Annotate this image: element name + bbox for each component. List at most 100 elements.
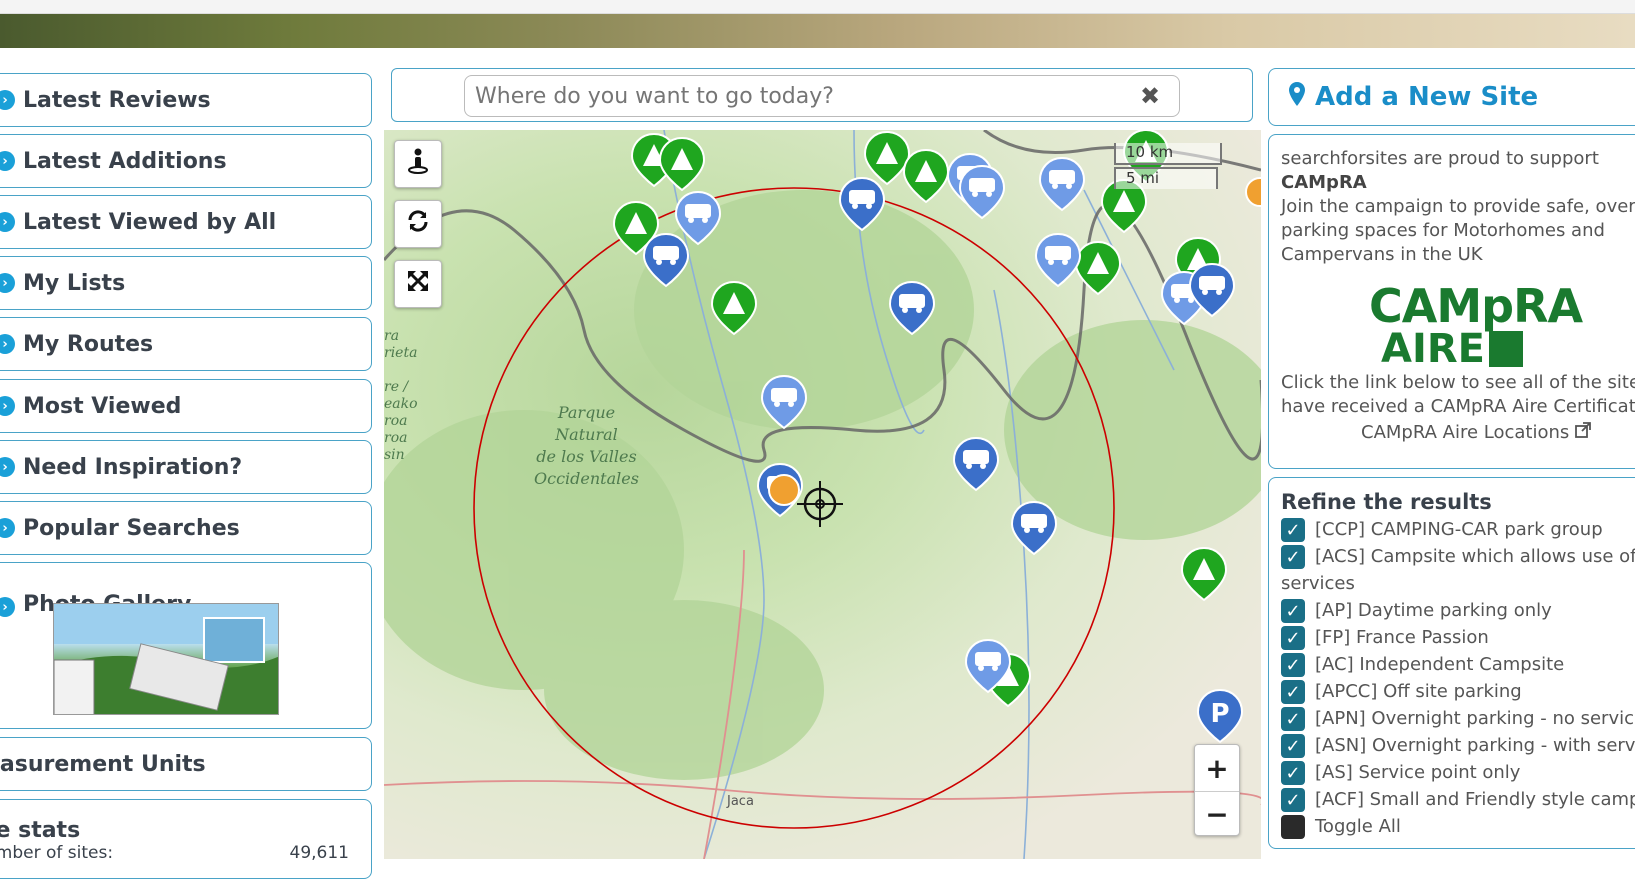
motorhome-marker — [953, 437, 999, 491]
logo-text: AIRE — [1381, 326, 1485, 372]
filter-acf[interactable]: ✓ [ACF] Small and Friendly style campsi — [1281, 786, 1635, 813]
filter-acs[interactable]: ✓ [ACS] Campsite which allows use of serv… — [1281, 543, 1635, 597]
checkbox-checked-icon[interactable]: ✓ — [1281, 761, 1305, 785]
campsite-marker — [1181, 547, 1227, 601]
checkbox-checked-icon[interactable]: ✓ — [1281, 653, 1305, 677]
filter-label: [APN] Overnight parking - no services — [1315, 708, 1635, 729]
refine-title: Refine the results — [1281, 490, 1492, 514]
checkbox-checked-icon[interactable]: ✓ — [1281, 788, 1305, 812]
promo-text: Campervans in the UK — [1281, 244, 1483, 265]
sidebar-item-label: Latest Reviews — [23, 87, 211, 113]
checkbox-checked-icon[interactable]: ✓ — [1281, 707, 1305, 731]
sidebar-item-latest-viewed[interactable]: › Latest Viewed by All — [0, 195, 372, 249]
sidebar-measurement-units[interactable]: easurement Units — [0, 737, 372, 791]
fullscreen-button[interactable] — [394, 260, 442, 308]
filter-asn[interactable]: ✓ [ASN] Overnight parking - with service — [1281, 732, 1635, 759]
motorhome-marker — [1039, 157, 1085, 211]
external-link-icon — [1575, 422, 1591, 443]
site-stats-panel: te stats umber of sites: 49,611 — [0, 799, 372, 879]
map-view[interactable]: Parque Natural de los Valles Occidentales r… — [384, 130, 1261, 859]
toggle-all[interactable]: Toggle All — [1281, 813, 1635, 840]
promo-text: Join the campaign to provide safe, overn — [1281, 196, 1635, 217]
chevron-icon: › — [0, 518, 15, 538]
promo-text: Click the link below to see all of the s… — [1281, 372, 1635, 393]
filter-fp[interactable]: ✓ [FP] France Passion — [1281, 624, 1635, 651]
chevron-icon: › — [0, 457, 15, 477]
clear-search-icon[interactable]: ✖ — [1140, 82, 1160, 110]
sidebar-item-most-viewed[interactable]: › Most Viewed — [0, 379, 372, 433]
campra-promo: searchforsites are proud to support CAMp… — [1268, 134, 1635, 469]
sidebar-item-label: Popular Searches — [23, 515, 240, 541]
filter-as[interactable]: ✓ [AS] Service point only — [1281, 759, 1635, 786]
campsite-marker — [659, 137, 705, 191]
filter-label: Toggle All — [1315, 816, 1401, 837]
motorhome-marker — [1011, 501, 1057, 555]
filter-label: [APCC] Off site parking — [1315, 681, 1522, 702]
filter-label: [AP] Daytime parking only — [1315, 600, 1552, 621]
campsite-marker — [903, 149, 949, 203]
motorhome-marker — [643, 233, 689, 287]
sidebar-item-my-lists[interactable]: › My Lists — [0, 256, 372, 310]
refresh-button[interactable] — [394, 200, 442, 248]
zoom-out-button[interactable]: − — [1195, 791, 1239, 837]
filter-ac[interactable]: ✓ [AC] Independent Campsite — [1281, 651, 1635, 678]
locate-person-button[interactable] — [394, 140, 442, 188]
campsite-marker — [1075, 241, 1121, 295]
sidebar-item-label: Need Inspiration? — [23, 454, 243, 480]
promo-text: parking spaces for Motorhomes and — [1281, 220, 1605, 241]
stats-label: umber of sites: — [0, 843, 114, 863]
filter-label: [ACS] Campsite which allows use of servi… — [1281, 546, 1635, 594]
campra-locations-link[interactable]: CAMpRA Aire Locations — [1281, 421, 1635, 445]
filter-label: [ASN] Overnight parking - with service — [1315, 735, 1635, 756]
filter-ap[interactable]: ✓ [AP] Daytime parking only — [1281, 597, 1635, 624]
logo-text: CAMpRA — [1369, 279, 1583, 333]
checkbox-checked-icon[interactable]: ✓ — [1281, 626, 1305, 650]
filter-label: [CCP] CAMPING-CAR park group — [1315, 519, 1603, 540]
sidebar-item-label: Latest Additions — [23, 148, 227, 174]
search-input[interactable] — [464, 75, 1180, 117]
scale-km: 10 km — [1114, 143, 1222, 165]
search-card: ✖ — [391, 68, 1253, 122]
person-icon — [407, 148, 429, 180]
chevron-icon: › — [0, 597, 15, 617]
checkbox-checked-icon[interactable]: ✓ — [1281, 599, 1305, 623]
checkbox-checked-icon[interactable]: ✓ — [1281, 734, 1305, 758]
campsite-marker — [711, 281, 757, 335]
sidebar-item-latest-additions[interactable]: › Latest Additions — [0, 134, 372, 188]
motorhome-marker — [839, 177, 885, 231]
expand-icon — [406, 269, 430, 299]
map-marker-icon — [1289, 81, 1305, 113]
map-scale: 10 km 5 mi — [1114, 143, 1222, 193]
link-label: CAMpRA Aire Locations — [1361, 422, 1570, 443]
sidebar-item-need-inspiration[interactable]: › Need Inspiration? — [0, 440, 372, 494]
sidebar-item-label: easurement Units — [0, 751, 206, 777]
filter-apcc[interactable]: ✓ [APCC] Off site parking — [1281, 678, 1635, 705]
filter-ccp[interactable]: ✓ [CCP] CAMPING-CAR park group — [1281, 516, 1635, 543]
checkbox-checked-icon[interactable]: ✓ — [1281, 680, 1305, 704]
stats-row: umber of sites: 49,611 — [0, 843, 371, 863]
top-strip — [0, 0, 1635, 14]
sidebar-item-popular-searches[interactable]: › Popular Searches — [0, 501, 372, 555]
site-stats-title: te stats — [0, 818, 81, 843]
checkbox-checked-icon[interactable]: ✓ — [1281, 518, 1305, 542]
filter-apn[interactable]: ✓ [APN] Overnight parking - no services — [1281, 705, 1635, 732]
gallery-thumbnail[interactable] — [53, 603, 279, 715]
add-site-button[interactable]: Add a New Site — [1268, 68, 1635, 126]
refine-results-panel: Refine the results ✓ [CCP] CAMPING-CAR pa… — [1268, 477, 1635, 849]
zoom-in-button[interactable]: + — [1195, 745, 1239, 791]
promo-campra: CAMpRA — [1281, 172, 1367, 193]
sidebar-item-latest-reviews[interactable]: › Latest Reviews — [0, 73, 372, 127]
add-site-label: Add a New Site — [1315, 82, 1539, 112]
sidebar-item-my-routes[interactable]: › My Routes — [0, 317, 372, 371]
chevron-icon: › — [0, 212, 15, 232]
map-markers: P — [613, 130, 1261, 744]
sidebar-item-label: My Routes — [23, 331, 154, 357]
checkbox-unchecked-icon[interactable] — [1281, 815, 1305, 839]
cluster-marker — [1245, 177, 1261, 207]
campervan-logo-icon — [1489, 331, 1523, 367]
promo-text: searchforsites are proud to support — [1281, 148, 1599, 169]
svg-text:P: P — [1210, 699, 1229, 729]
campra-aire-logo: CAMpRA AIRE — [1369, 283, 1599, 369]
motorhome-marker — [889, 281, 935, 335]
chevron-icon: › — [0, 396, 15, 416]
